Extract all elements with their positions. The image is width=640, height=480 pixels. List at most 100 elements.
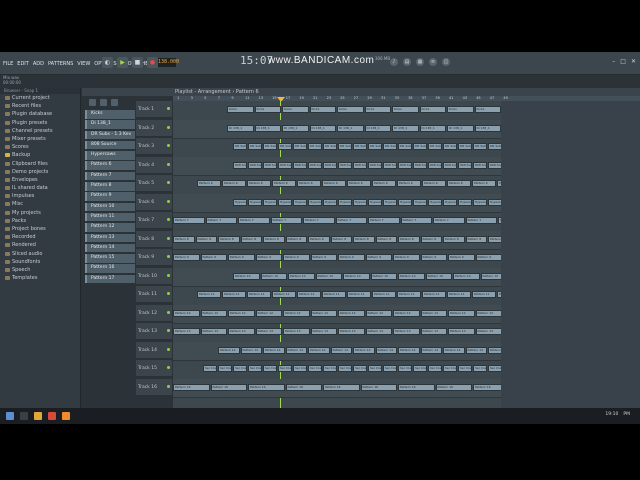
pattern-clip[interactable]: DR Subs bbox=[368, 143, 382, 150]
pattern-clip[interactable]: Pattern 14 bbox=[263, 346, 285, 354]
pattern-clip[interactable]: Hypersaws bbox=[398, 198, 412, 206]
pattern-clip[interactable]: Ser Crash bbox=[428, 365, 442, 372]
menu-item-patterns[interactable]: PATTERNS bbox=[48, 61, 73, 67]
draw-tool-icon[interactable] bbox=[89, 98, 96, 106]
pattern-clip[interactable]: Pattern 7 bbox=[335, 217, 367, 224]
pattern-clip[interactable]: Pattern 12 bbox=[255, 309, 282, 317]
track-header[interactable]: Track 4 bbox=[136, 156, 172, 174]
pattern-clip[interactable]: Hypersaws bbox=[473, 198, 487, 206]
browser-item[interactable]: Recent files bbox=[0, 102, 80, 110]
record-button[interactable]: ● bbox=[147, 57, 158, 68]
tempo-display[interactable]: 138.000 bbox=[158, 58, 179, 67]
pattern-clip[interactable]: Ser Crash bbox=[248, 365, 262, 372]
track-header[interactable]: Track 1 bbox=[136, 101, 172, 118]
pattern-clip[interactable]: Pattern 14 bbox=[330, 346, 352, 354]
pattern-clip[interactable]: Pattern 12 bbox=[228, 309, 255, 317]
pattern-clip[interactable]: Pattern 12 bbox=[338, 309, 365, 317]
pattern-clip[interactable]: Pattern 8 bbox=[308, 235, 330, 243]
pattern-clip[interactable]: Pattern 8 bbox=[195, 235, 217, 243]
pattern-clip[interactable]: Pattern 11 bbox=[472, 291, 496, 298]
pattern-clip[interactable]: Pattern 14 bbox=[443, 346, 465, 354]
pattern-item[interactable]: Hypersaws bbox=[85, 151, 135, 160]
track-mute-icon[interactable] bbox=[167, 273, 170, 277]
track-header[interactable]: Track 9 bbox=[136, 249, 172, 266]
pattern-clip[interactable]: Pattern 14 bbox=[240, 346, 262, 354]
pattern-clip[interactable]: Ser Crash bbox=[458, 365, 472, 372]
pattern-clip[interactable]: Pattern 8 bbox=[488, 235, 501, 243]
track-header[interactable]: Track 7 bbox=[136, 212, 172, 229]
pattern-clip[interactable]: Hypersaws bbox=[488, 198, 501, 206]
pattern-clip[interactable]: Pattern 14 bbox=[353, 346, 375, 354]
track-lane[interactable]: Pattern 12 Pattern 12 Pattern 12 Pattern 12… bbox=[173, 304, 501, 324]
pattern-clip[interactable]: Pattern 7 bbox=[400, 217, 432, 224]
menu-item-edit[interactable]: EDIT bbox=[17, 61, 29, 67]
pattern-clip[interactable]: Pattern 14 bbox=[398, 346, 420, 354]
pattern-clip[interactable]: Pattern 16 bbox=[210, 383, 247, 391]
pattern-clip[interactable]: Pattern 8 bbox=[443, 235, 465, 243]
pattern-clip[interactable]: Hypersaws bbox=[308, 198, 322, 206]
pattern-clip[interactable]: Kicks bbox=[254, 106, 281, 113]
maximize-icon[interactable]: □ bbox=[620, 58, 626, 65]
pattern-clip[interactable]: Pattern 14 bbox=[420, 346, 442, 354]
playlist-empty-area[interactable] bbox=[501, 101, 640, 408]
pattern-clip[interactable]: Di 138_1 bbox=[337, 124, 364, 132]
pattern-clip[interactable]: Pattern 8 bbox=[330, 235, 352, 243]
pattern-clip[interactable]: DR Subs bbox=[458, 143, 472, 150]
track-lane[interactable]: Pattern 6 Pattern 6 Pattern 6 Pattern 6 Patt… bbox=[173, 175, 501, 195]
pattern-clip[interactable]: DR Subs bbox=[473, 143, 487, 150]
pattern-clip[interactable]: Pattern 11 bbox=[297, 291, 321, 298]
browser-item[interactable]: Misc bbox=[0, 200, 80, 208]
browser-item[interactable]: Clipboard files bbox=[0, 160, 80, 168]
pattern-item[interactable]: Pattern 14 bbox=[85, 243, 135, 253]
browser-item[interactable]: Demo projects bbox=[0, 168, 80, 176]
track-header[interactable]: Track 3 bbox=[136, 138, 172, 155]
track-lane[interactable]: Kicks Kicks Kicks Kicks Kicks Kicks Kicks Kicks… bbox=[173, 101, 501, 121]
pattern-clip[interactable]: Pattern 13 bbox=[365, 328, 392, 335]
pattern-item[interactable]: Pattern 9 bbox=[85, 192, 135, 201]
pattern-clip[interactable]: 808 Source bbox=[308, 161, 322, 169]
track-header[interactable]: Track 14 bbox=[136, 341, 172, 359]
track-lane[interactable]: Pattern 9 Pattern 9 Pattern 9 Pattern 9 Patt… bbox=[173, 249, 501, 269]
pattern-clip[interactable]: Pattern 9 bbox=[393, 254, 420, 261]
pattern-clip[interactable]: Hypersaws bbox=[338, 198, 352, 206]
pattern-clip[interactable]: Kicks bbox=[419, 106, 446, 113]
pattern-clip[interactable]: Pattern 7 bbox=[433, 217, 465, 224]
pattern-clip[interactable]: Pattern 10 bbox=[288, 272, 315, 280]
minimize-icon[interactable]: – bbox=[612, 58, 615, 65]
pattern-clip[interactable]: DR Subs bbox=[443, 143, 457, 150]
pattern-clip[interactable]: Di 138_1 bbox=[227, 124, 254, 132]
pattern-clip[interactable]: Pattern 9 bbox=[310, 254, 337, 261]
browser-item[interactable]: Project bones bbox=[0, 225, 80, 233]
pattern-clip[interactable]: Ser Crash bbox=[488, 365, 501, 372]
pattern-item[interactable]: Pattern 11 bbox=[85, 212, 135, 222]
pattern-clip[interactable]: Pattern 8 bbox=[218, 235, 240, 243]
browser-icon[interactable]: ◫ bbox=[442, 58, 450, 66]
pattern-clip[interactable]: Ser Crash bbox=[293, 365, 307, 372]
track-lane[interactable]: 808 Source808 Source808 Source808 Source… bbox=[173, 156, 501, 176]
pattern-clip[interactable]: Pattern 6 bbox=[347, 180, 371, 187]
pattern-item[interactable]: DR Subs - 1.3 Kev bbox=[85, 130, 135, 140]
pattern-clip[interactable]: Pattern 16 bbox=[360, 383, 397, 391]
pattern-clip[interactable]: Pattern 8 bbox=[285, 235, 307, 243]
pattern-clip[interactable]: Pattern 6 bbox=[447, 180, 471, 187]
track-mute-icon[interactable] bbox=[167, 107, 170, 110]
pattern-clip[interactable]: DR Subs bbox=[383, 143, 397, 150]
pattern-clip[interactable]: DR Subs bbox=[233, 143, 247, 150]
browser-item[interactable]: Envelopes bbox=[0, 176, 80, 184]
fl-studio-icon[interactable] bbox=[62, 412, 70, 420]
pattern-clip[interactable]: Pattern 14 bbox=[285, 346, 307, 354]
pattern-clip[interactable]: Pattern 10 bbox=[233, 272, 260, 280]
pattern-clip[interactable]: 808 Source bbox=[443, 161, 457, 169]
pattern-clip[interactable]: Pattern 13 bbox=[200, 328, 227, 335]
piano-roll-icon[interactable]: ▤ bbox=[403, 58, 411, 66]
pattern-clip[interactable]: Ser Crash bbox=[473, 365, 487, 372]
track-mute-icon[interactable] bbox=[167, 199, 170, 203]
pattern-clip[interactable]: Pattern 8 bbox=[420, 235, 442, 243]
browser-item[interactable]: My projects bbox=[0, 209, 80, 217]
pattern-clip[interactable]: Pattern 11 bbox=[447, 291, 471, 298]
pattern-clip[interactable]: Pattern 11 bbox=[272, 291, 296, 298]
pattern-clip[interactable]: Pattern 6 bbox=[472, 180, 496, 187]
pattern-clip[interactable]: DR Subs bbox=[428, 143, 442, 150]
pattern-clip[interactable]: Pattern 9 bbox=[228, 254, 255, 261]
pattern-clip[interactable]: Pattern 9 bbox=[338, 254, 365, 261]
